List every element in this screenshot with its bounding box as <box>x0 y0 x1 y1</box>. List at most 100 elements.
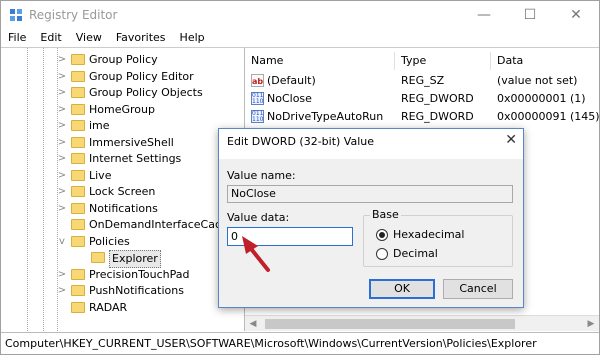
value-data-input[interactable] <box>227 227 353 246</box>
tree-item[interactable]: > Live <box>1 168 241 184</box>
tree-item-label: PrecisionTouchPad <box>89 267 190 281</box>
registry-editor-icon <box>10 9 22 21</box>
tree-item-label: ImmersiveShell <box>89 135 174 149</box>
tree-item-label: Group Policy Editor <box>89 69 194 83</box>
cancel-button[interactable]: Cancel <box>443 279 513 299</box>
status-bar: Computer\HKEY_CURRENT_USER\SOFTWARE\Micr… <box>1 332 599 354</box>
tree-item-label: Notifications <box>89 201 158 215</box>
column-type-header[interactable]: Type <box>395 52 491 70</box>
tree-item[interactable]: > PrecisionTouchPad <box>1 267 241 283</box>
chevron-right-icon[interactable]: > <box>57 283 67 299</box>
chevron-down-icon[interactable]: v <box>57 234 67 250</box>
tree-item-label: Live <box>89 168 112 182</box>
tree-item[interactable]: > ime <box>1 118 241 134</box>
folder-icon <box>71 186 85 197</box>
tree-item[interactable]: > PushNotifications <box>1 283 241 299</box>
tree-item-label: HomeGroup <box>89 102 155 116</box>
value-name-cell: (Default) <box>267 74 316 87</box>
column-data-header[interactable]: Data <box>491 52 599 70</box>
chevron-right-icon[interactable]: > <box>57 168 67 184</box>
radio-decimal[interactable]: Decimal <box>376 247 438 260</box>
value-type-cell: REG_SZ <box>401 74 445 87</box>
string-value-icon: ab <box>251 74 264 87</box>
tree-item[interactable]: OnDemandInterfaceCache <box>1 217 241 233</box>
scroll-left-icon[interactable]: ◀ <box>245 316 261 332</box>
base-groupbox: Base Hexadecimal Decimal <box>363 208 513 267</box>
value-row[interactable]: 011 110 NoDriveTypeAutoRun REG_DWORD 0x0000… <box>245 108 599 125</box>
value-name-label: Value name: <box>227 169 296 182</box>
menu-file[interactable]: File <box>1 29 33 47</box>
tree-item-label: RADAR <box>89 300 128 314</box>
radio-hexadecimal[interactable]: Hexadecimal <box>376 228 464 241</box>
dialog-close-icon[interactable]: ✕ <box>505 132 517 148</box>
tree-item[interactable]: v Policies <box>1 234 241 250</box>
close-button[interactable]: ✕ <box>553 1 599 29</box>
current-key-path: Computer\HKEY_CURRENT_USER\SOFTWARE\Micr… <box>5 337 537 350</box>
value-type-cell: REG_DWORD <box>401 110 474 123</box>
base-label: Base <box>370 208 401 221</box>
chevron-right-icon[interactable]: > <box>57 52 67 68</box>
folder-icon <box>71 268 85 280</box>
title-bar: Registry Editor — ☐ ✕ <box>1 1 599 29</box>
tree-item-label: Explorer <box>109 250 161 268</box>
tree-item[interactable]: Explorer <box>1 250 241 268</box>
list-header: Name Type Data <box>245 52 599 70</box>
tree-item[interactable]: > ImmersiveShell <box>1 135 241 151</box>
folder-icon <box>71 169 85 181</box>
registry-key-tree[interactable]: > Group Policy > Group Policy Editor > Group … <box>1 47 245 331</box>
folder-icon <box>91 252 105 263</box>
ok-button[interactable]: OK <box>369 279 435 299</box>
value-type-cell: REG_DWORD <box>401 92 474 105</box>
value-data-cell: (value not set) <box>497 74 578 87</box>
tree-item[interactable]: > Group Policy Editor <box>1 69 241 85</box>
edit-dword-dialog: Edit DWORD (32-bit) Value ✕ Value name: … <box>218 128 524 308</box>
chevron-right-icon[interactable]: > <box>57 102 67 118</box>
tree-item[interactable]: > Notifications <box>1 201 241 217</box>
folder-icon <box>71 219 85 230</box>
folder-icon <box>71 103 85 115</box>
column-name-header[interactable]: Name <box>245 52 395 70</box>
menu-favorites[interactable]: Favorites <box>109 29 173 47</box>
tree-item[interactable]: > Group Policy Objects <box>1 85 241 101</box>
tree-item-label: Lock Screen <box>89 185 156 198</box>
value-row[interactable]: ab (Default) REG_SZ (value not set) <box>245 72 599 89</box>
chevron-right-icon[interactable]: > <box>57 69 67 85</box>
menu-help[interactable]: Help <box>173 29 212 47</box>
tree-item-label: Group Policy Objects <box>89 86 203 99</box>
tree-item[interactable]: RADAR <box>1 300 241 316</box>
minimize-button[interactable]: — <box>461 1 507 29</box>
tree-item-label: Internet Settings <box>89 152 182 165</box>
tree-item-label: Group Policy <box>89 53 158 66</box>
tree-item[interactable]: > Group Policy <box>1 52 241 68</box>
tree-item-label: ime <box>89 119 110 132</box>
scroll-right-icon[interactable]: ▶ <box>583 316 599 332</box>
horizontal-scrollbar[interactable]: ◀ ▶ <box>245 315 599 331</box>
chevron-right-icon[interactable]: > <box>57 184 67 200</box>
tree-item[interactable]: > Lock Screen <box>1 184 241 200</box>
scroll-thumb[interactable] <box>265 319 515 329</box>
value-name-cell: NoDriveTypeAutoRun <box>267 110 384 123</box>
folder-icon <box>71 235 85 247</box>
tree-item-label: OnDemandInterfaceCache <box>89 218 235 231</box>
chevron-right-icon[interactable]: > <box>57 85 67 101</box>
chevron-right-icon[interactable]: > <box>57 201 67 217</box>
menu-edit[interactable]: Edit <box>33 29 68 47</box>
radio-decimal-label: Decimal <box>393 247 438 260</box>
chevron-right-icon[interactable]: > <box>57 267 67 283</box>
menu-view[interactable]: View <box>69 29 109 47</box>
folder-icon <box>71 120 85 131</box>
binary-value-icon: 011 110 <box>251 110 264 123</box>
value-name-cell: NoClose <box>267 92 312 105</box>
dialog-body: Value name: NoClose Value data: Base Hex… <box>219 159 523 307</box>
folder-icon <box>71 301 85 313</box>
dialog-title: Edit DWORD (32-bit) Value <box>227 135 375 148</box>
chevron-right-icon[interactable]: > <box>57 135 67 151</box>
maximize-button[interactable]: ☐ <box>507 1 553 29</box>
value-row[interactable]: 011 110 NoClose REG_DWORD 0x00000001 (1) <box>245 90 599 107</box>
tree-item[interactable]: > HomeGroup <box>1 102 241 118</box>
tree-item-label: PushNotifications <box>89 284 184 297</box>
tree-item[interactable]: > Internet Settings <box>1 151 241 167</box>
chevron-right-icon[interactable]: > <box>57 151 67 167</box>
menu-bar: File Edit View Favorites Help <box>1 29 599 47</box>
chevron-right-icon[interactable]: > <box>57 118 67 134</box>
